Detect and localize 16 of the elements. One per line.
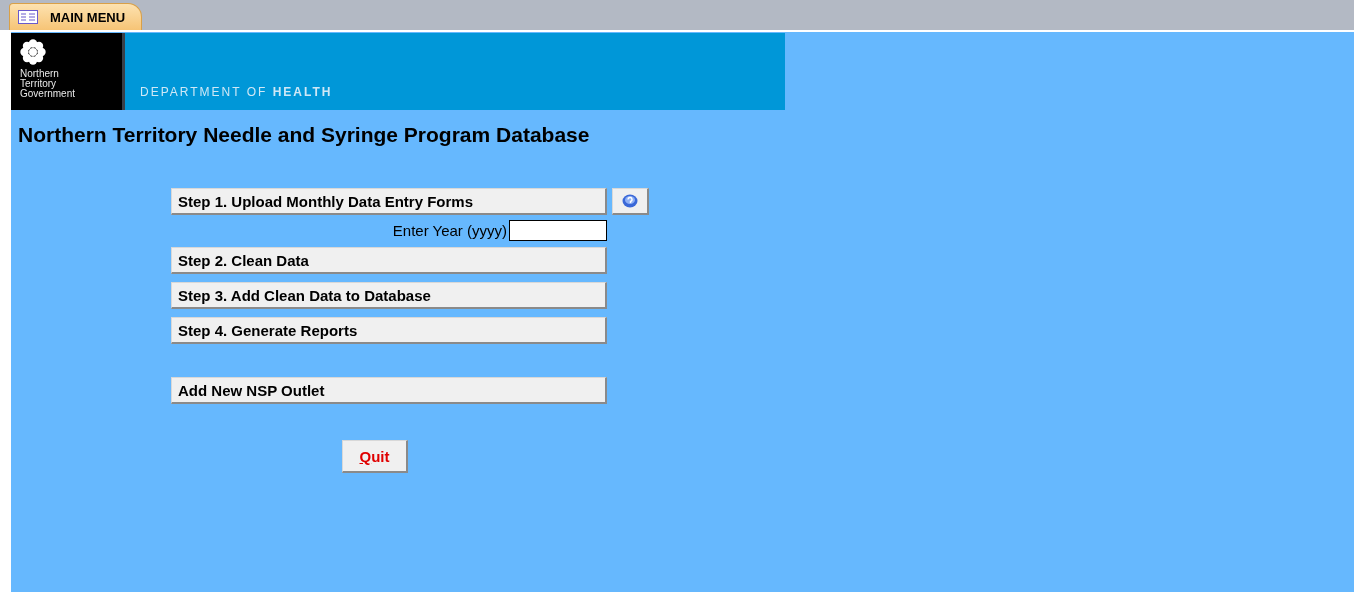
step-button[interactable]: Step 2. Clean Data — [171, 247, 607, 274]
department-name: DEPARTMENT OF HEALTH — [140, 85, 333, 99]
add-outlet-button[interactable]: Add New NSP Outlet — [171, 377, 607, 404]
page-title: Northern Territory Needle and Syringe Program Database — [18, 123, 591, 147]
quit-button[interactable]: Quit — [342, 440, 408, 473]
step-button[interactable]: Step 3. Add Clean Data to Database — [171, 282, 607, 309]
main-menu-tab[interactable]: MAIN MENU — [9, 3, 143, 30]
step-button[interactable]: Step 4. Generate Reports — [171, 317, 607, 344]
upload-button[interactable]: Step 1. Upload Monthly Data Entry Forms — [171, 188, 607, 215]
logo-text: Northern Territory Government — [20, 69, 77, 99]
help-icon — [622, 194, 638, 208]
year-field[interactable] — [509, 220, 607, 241]
help-button[interactable] — [612, 188, 649, 215]
year-label: Enter Year (yyyy) — [392, 222, 507, 239]
flower-logo-icon — [20, 39, 46, 65]
form-icon — [18, 10, 38, 24]
